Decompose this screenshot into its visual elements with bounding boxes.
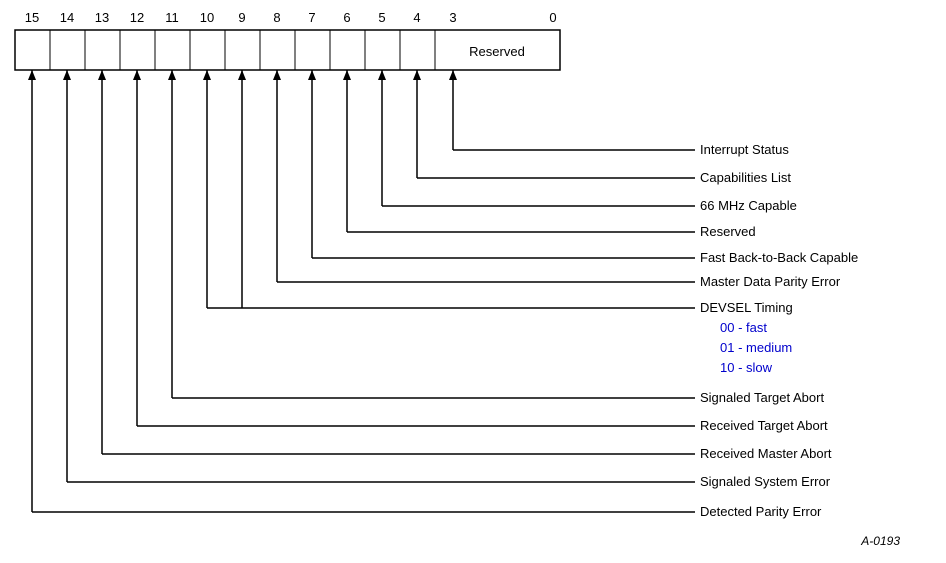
label-reserved2: Reserved [700,224,756,239]
label-devsel: DEVSEL Timing [700,300,793,315]
bit-label-12: 12 [130,10,144,25]
label-signaled-target-abort: Signaled Target Abort [700,390,824,405]
bit-label-11: 11 [165,10,179,25]
bit-label-14: 14 [60,10,74,25]
label-received-master-abort: Received Master Abort [700,446,832,461]
label-devsel-slow: 10 - slow [720,360,773,375]
label-detected-parity-error: Detected Parity Error [700,504,822,519]
bit-label-15: 15 [25,10,39,25]
bit-label-6: 6 [343,10,350,25]
reserved-label: Reserved [469,44,525,59]
label-devsel-medium: 01 - medium [720,340,792,355]
figure-id: A-0193 [860,534,900,548]
label-capabilities-list: Capabilities List [700,170,791,185]
label-fast-back: Fast Back-to-Back Capable [700,250,858,265]
diagram: 15 14 13 12 11 10 9 8 7 6 5 4 3 0 Reserv… [0,0,946,560]
bit-label-9: 9 [238,10,245,25]
bit-label-3: 3 [449,10,456,25]
label-66mhz: 66 MHz Capable [700,198,797,213]
label-interrupt-status: Interrupt Status [700,142,789,157]
bit-label-0: 0 [549,10,556,25]
label-received-target-abort: Received Target Abort [700,418,828,433]
bit-label-4: 4 [413,10,420,25]
label-devsel-fast: 00 - fast [720,320,767,335]
label-signaled-system-error: Signaled System Error [700,474,831,489]
bit-label-5: 5 [378,10,385,25]
bit-label-7: 7 [308,10,315,25]
bit-label-8: 8 [273,10,280,25]
label-master-data-parity: Master Data Parity Error [700,274,841,289]
bit-label-10: 10 [200,10,214,25]
bit-label-13: 13 [95,10,109,25]
